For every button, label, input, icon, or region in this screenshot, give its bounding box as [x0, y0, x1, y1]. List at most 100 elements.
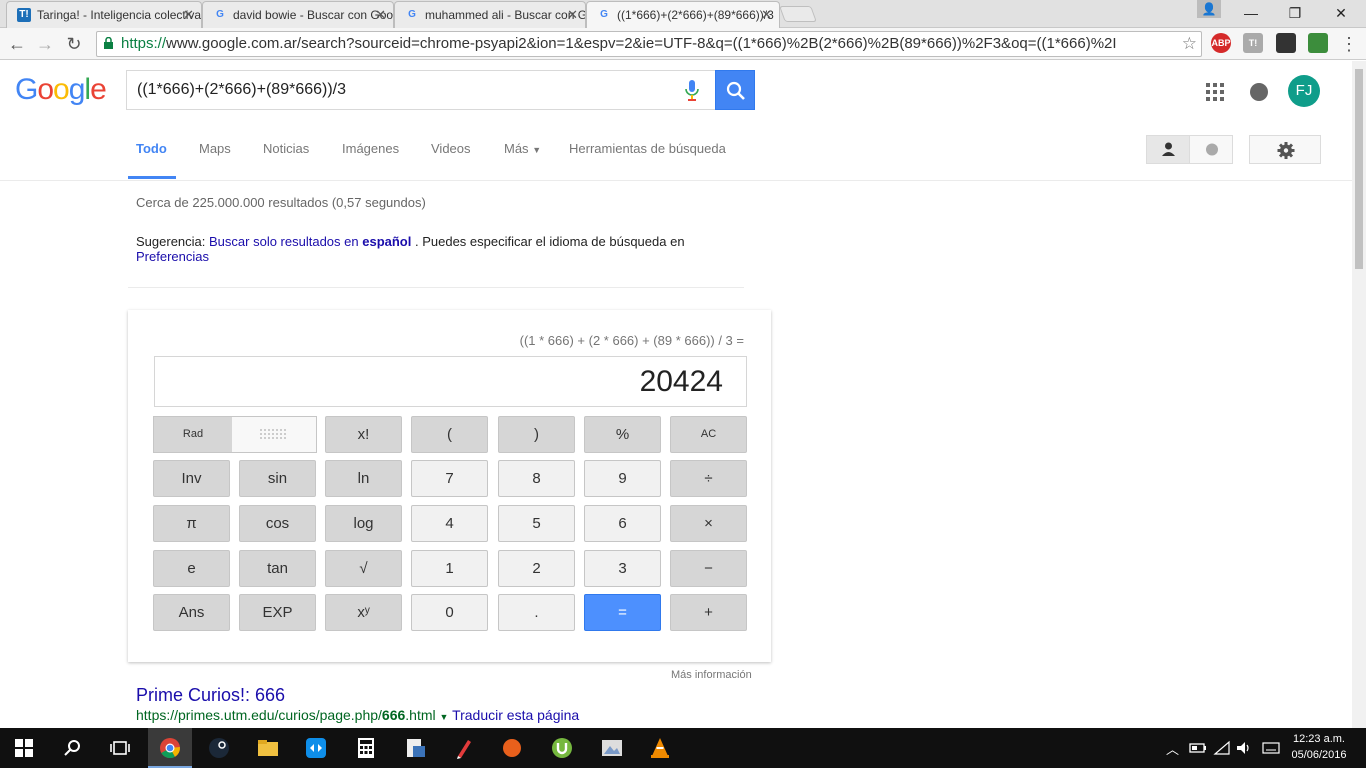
divide-key[interactable]: ÷ [670, 460, 747, 497]
close-icon[interactable]: ✕ [761, 2, 772, 28]
sin-key[interactable]: sin [239, 460, 316, 497]
image-viewer-icon[interactable] [600, 736, 624, 760]
apps-grid-icon[interactable] [1206, 83, 1224, 101]
steam-icon[interactable] [207, 736, 231, 760]
minimize-button[interactable]: — [1228, 0, 1274, 28]
reload-icon[interactable]: ↻ [62, 32, 86, 56]
tab-news[interactable]: Noticias [263, 141, 309, 156]
taringa-extension-icon[interactable]: T! [1243, 33, 1263, 53]
pen-app-icon[interactable] [452, 736, 476, 760]
more-info-link[interactable]: Más información [671, 669, 752, 681]
vlc-icon[interactable] [648, 736, 672, 760]
tab-taringa[interactable]: T! Taringa! - Inteligencia colectiva ✕ [6, 1, 202, 28]
battery-icon[interactable] [1188, 738, 1208, 758]
tab-maps[interactable]: Maps [199, 141, 231, 156]
close-icon[interactable]: ✕ [567, 2, 578, 28]
cos-key[interactable]: cos [239, 505, 316, 542]
tan-key[interactable]: tan [239, 550, 316, 587]
add-key[interactable]: + [670, 594, 747, 631]
digit-8-key[interactable]: 8 [498, 460, 575, 497]
factorial-key[interactable]: x! [325, 416, 402, 453]
profile-icon[interactable]: 👤 [1197, 0, 1221, 18]
spanish-only-link[interactable]: Buscar solo resultados en español [209, 234, 411, 249]
rad-button[interactable]: Rad [154, 417, 232, 452]
back-icon[interactable]: ← [5, 32, 29, 56]
digit-6-key[interactable]: 6 [584, 505, 661, 542]
open-paren-key[interactable]: ( [411, 416, 488, 453]
decimal-key[interactable]: . [498, 594, 575, 631]
translate-link[interactable]: Traducir esta página [452, 707, 579, 723]
search-button[interactable] [715, 70, 755, 110]
calculator-app-icon[interactable] [354, 736, 378, 760]
utorrent-icon[interactable] [550, 736, 574, 760]
teamviewer-icon[interactable] [304, 736, 328, 760]
chrome-menu-icon[interactable]: ⋮ [1340, 32, 1358, 56]
new-tab-button[interactable] [779, 6, 817, 22]
log-key[interactable]: log [325, 505, 402, 542]
tab-videos[interactable]: Videos [431, 141, 471, 156]
search-input[interactable]: ((1*666)+(2*666)+(89*666))/3 [126, 70, 715, 110]
windows-start-icon[interactable] [12, 736, 36, 760]
close-icon[interactable]: ✕ [183, 2, 194, 28]
multiply-key[interactable]: × [670, 505, 747, 542]
notifications-bell-icon[interactable] [1250, 83, 1268, 101]
close-window-button[interactable]: ✕ [1318, 0, 1364, 28]
result-title-link[interactable]: Prime Curios!: 666 [136, 685, 285, 706]
scroll-thumb[interactable] [1355, 69, 1363, 269]
settings-button[interactable] [1249, 135, 1321, 164]
exp-key[interactable]: EXP [239, 594, 316, 631]
ln-key[interactable]: ln [325, 460, 402, 497]
google-logo[interactable]: Google [15, 73, 107, 107]
chrome-icon[interactable] [158, 736, 182, 760]
file-explorer-icon[interactable] [256, 736, 280, 760]
all-clear-key[interactable]: AC [670, 416, 747, 453]
ans-key[interactable]: Ans [153, 594, 230, 631]
tab-images[interactable]: Imágenes [342, 141, 399, 156]
wifi-icon[interactable] [1212, 738, 1232, 758]
inverse-key[interactable]: Inv [153, 460, 230, 497]
adblock-plus-icon[interactable]: ABP [1211, 33, 1231, 53]
digit-9-key[interactable]: 9 [584, 460, 661, 497]
digit-2-key[interactable]: 2 [498, 550, 575, 587]
tab-calculation[interactable]: G ((1*666)+(2*666)+(89*666))/3 ✕ [586, 1, 780, 28]
subtract-key[interactable]: − [670, 550, 747, 587]
media-app-icon[interactable] [404, 736, 428, 760]
digit-4-key[interactable]: 4 [411, 505, 488, 542]
search-icon[interactable] [60, 736, 84, 760]
preferences-link[interactable]: Preferencias [136, 249, 209, 264]
url-dropdown-icon[interactable]: ▼ [440, 712, 449, 722]
tab-david-bowie[interactable]: G david bowie - Buscar con Google ✕ [202, 1, 394, 28]
clock-time[interactable]: 12:23 a.m. [1286, 733, 1352, 745]
restore-button[interactable]: ❐ [1272, 0, 1318, 28]
digit-0-key[interactable]: 0 [411, 594, 488, 631]
tab-more[interactable]: Más ▼ [504, 141, 541, 156]
personal-results-button[interactable] [1147, 136, 1190, 163]
pi-key[interactable]: π [153, 505, 230, 542]
glove-app-icon[interactable] [500, 736, 524, 760]
keyboard-icon[interactable] [1261, 738, 1281, 758]
extension-icon[interactable] [1308, 33, 1328, 53]
page-scrollbar[interactable] [1352, 61, 1366, 728]
tray-chevron-up-icon[interactable]: ︿ [1166, 739, 1179, 758]
equals-key[interactable]: = [584, 594, 661, 631]
deg-button[interactable] [232, 417, 316, 452]
digit-1-key[interactable]: 1 [411, 550, 488, 587]
tab-all[interactable]: Todo [136, 141, 167, 156]
microphone-icon[interactable] [685, 80, 699, 102]
close-icon[interactable]: ✕ [375, 2, 386, 28]
avatar[interactable]: FJ [1288, 75, 1320, 107]
sqrt-key[interactable]: √ [325, 550, 402, 587]
task-view-icon[interactable] [108, 736, 132, 760]
digit-3-key[interactable]: 3 [584, 550, 661, 587]
power-key[interactable]: xʸ [325, 594, 402, 631]
percent-key[interactable]: % [584, 416, 661, 453]
globe-icon[interactable] [1191, 136, 1233, 163]
extension-icon[interactable] [1276, 33, 1296, 53]
digit-5-key[interactable]: 5 [498, 505, 575, 542]
search-tools-button[interactable]: Herramientas de búsqueda [569, 141, 726, 156]
forward-icon[interactable]: → [33, 32, 57, 56]
bookmark-star-icon[interactable]: ☆ [1182, 32, 1197, 56]
digit-7-key[interactable]: 7 [411, 460, 488, 497]
close-paren-key[interactable]: ) [498, 416, 575, 453]
clock-date[interactable]: 05/06/2016 [1286, 749, 1352, 761]
